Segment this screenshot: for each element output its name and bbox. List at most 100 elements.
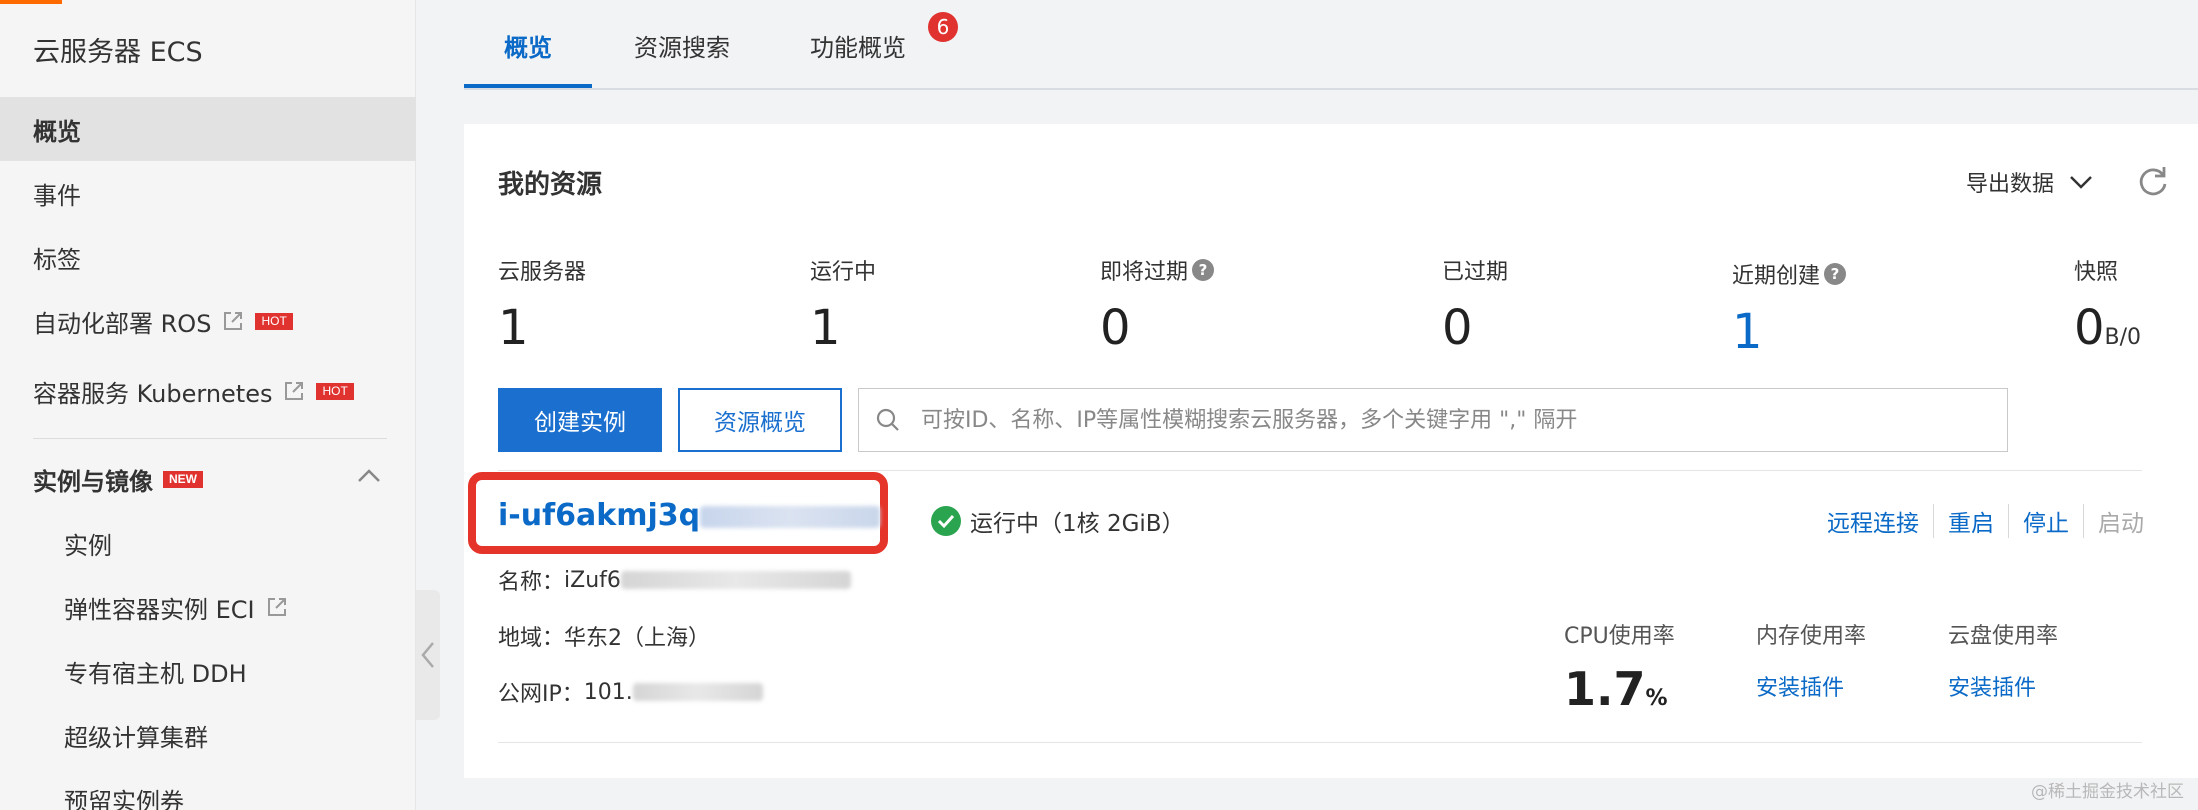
sidebar-item-label: 概览 bbox=[33, 117, 81, 146]
create-instance-button[interactable]: 创建实例 bbox=[498, 388, 662, 452]
metric-label: 云盘使用率 bbox=[1948, 624, 2059, 649]
stat-running[interactable]: 运行中 1 bbox=[810, 254, 876, 356]
search-icon bbox=[876, 408, 899, 431]
sidebar-item-reserved-instances[interactable]: 预留实例券 bbox=[0, 767, 416, 810]
tab-bar: 概览 资源搜索 功能概览 6 bbox=[464, 0, 2198, 90]
redacted-text bbox=[700, 505, 881, 528]
stat-value-link[interactable]: 1 bbox=[1732, 304, 1846, 360]
memory-usage: 内存使用率 安装插件 bbox=[1756, 618, 1866, 702]
hot-badge: HOT bbox=[255, 312, 293, 330]
instance-actions: 远程连接 重启 停止 启动 bbox=[1813, 504, 2144, 538]
card-title: 我的资源 bbox=[498, 170, 603, 200]
watermark: @稀土掘金技术社区 bbox=[2031, 782, 2184, 802]
metric-value-row: 1.7% bbox=[1564, 662, 1675, 716]
resource-overview-button[interactable]: 资源概览 bbox=[678, 388, 842, 452]
start-button: 启动 bbox=[2098, 511, 2144, 537]
stat-label: 近期创建 bbox=[1732, 264, 1821, 289]
metric-unit: % bbox=[1645, 686, 1668, 711]
status-text: 运行中（1核 2GiB） bbox=[970, 511, 1185, 537]
external-link-icon bbox=[224, 312, 243, 330]
sidebar-item-super-computing[interactable]: 超级计算集群 bbox=[0, 703, 416, 767]
instance-search-box[interactable] bbox=[858, 388, 2008, 452]
info-label: 公网IP： bbox=[498, 682, 584, 707]
install-plugin-link[interactable]: 安装插件 bbox=[1756, 670, 1866, 702]
install-plugin-link[interactable]: 安装插件 bbox=[1948, 670, 2058, 702]
hot-badge: HOT bbox=[316, 382, 354, 400]
chevron-up-icon[interactable] bbox=[355, 462, 383, 490]
info-value: 华东2（上海） bbox=[564, 626, 711, 651]
metric-label: 内存使用率 bbox=[1756, 624, 1867, 649]
sidebar-item-overview[interactable]: 概览 bbox=[0, 97, 416, 161]
sidebar-item-label: 预留实例券 bbox=[64, 787, 184, 810]
tab-resource-search[interactable]: 资源搜索 bbox=[634, 0, 730, 90]
tab-feature-overview[interactable]: 功能概览 bbox=[810, 0, 906, 90]
sidebar-item-instances[interactable]: 实例 bbox=[0, 511, 416, 575]
brand-accent-bar bbox=[0, 0, 62, 4]
sidebar-item-eci[interactable]: 弹性容器实例 ECI bbox=[0, 575, 416, 639]
info-label: 名称： bbox=[498, 570, 565, 595]
info-value: 101. bbox=[583, 679, 633, 705]
sidebar: 云服务器 ECS 概览 事件 标签 自动化部署 ROS HOT 容器服务 Kub… bbox=[0, 0, 416, 810]
stat-expired[interactable]: 已过期 0 bbox=[1442, 254, 1508, 356]
stat-label: 已过期 bbox=[1442, 260, 1509, 285]
active-tab-indicator bbox=[464, 84, 592, 88]
stat-value: 0 bbox=[1442, 300, 1473, 356]
new-badge: NEW bbox=[163, 470, 203, 488]
help-icon[interactable]: ? bbox=[1192, 259, 1215, 281]
refresh-icon[interactable] bbox=[2136, 164, 2170, 198]
sidebar-item-label: 容器服务 Kubernetes bbox=[33, 379, 273, 408]
stat-cloud-servers[interactable]: 云服务器 1 bbox=[498, 254, 586, 356]
chevron-down-icon bbox=[2070, 176, 2092, 189]
sidebar-item-label: 弹性容器实例 ECI bbox=[64, 595, 255, 624]
sidebar-collapse-handle[interactable] bbox=[416, 590, 440, 720]
main-content: 概览 资源搜索 功能概览 6 我的资源 导出数据 云服务器 1 运行中 1 即将… bbox=[440, 0, 2198, 810]
sidebar-item-label: 自动化部署 ROS bbox=[33, 309, 212, 338]
remote-connect-button[interactable]: 远程连接 bbox=[1813, 504, 1934, 538]
sidebar-item-label: 超级计算集群 bbox=[64, 723, 208, 752]
stat-recently-created[interactable]: 近期创建 ? 1 bbox=[1732, 258, 1847, 360]
sidebar-item-kubernetes[interactable]: 容器服务 Kubernetes HOT bbox=[0, 359, 416, 423]
instance-status: 运行中（1核 2GiB） bbox=[930, 504, 1185, 538]
sidebar-item-label: 实例 bbox=[64, 531, 112, 560]
export-label: 导出数据 bbox=[1966, 172, 2055, 197]
stat-unit: B/0 bbox=[2104, 325, 2142, 350]
cpu-usage: CPU使用率 1.7% bbox=[1564, 618, 1675, 716]
stat-snapshots[interactable]: 快照 0B/0 bbox=[2074, 254, 2141, 366]
stat-value: 1 bbox=[498, 300, 529, 356]
sidebar-item-ros[interactable]: 自动化部署 ROS HOT bbox=[0, 289, 416, 353]
divider bbox=[498, 470, 2142, 471]
instance-id-text: i-uf6akmj3q bbox=[498, 498, 701, 533]
tab-overview[interactable]: 概览 bbox=[504, 0, 552, 90]
stat-value: 0 bbox=[2074, 300, 2105, 356]
sidebar-item-ddh[interactable]: 专有宿主机 DDH bbox=[0, 639, 416, 703]
search-input[interactable] bbox=[921, 407, 1981, 433]
sidebar-item-label: 专有宿主机 DDH bbox=[64, 659, 247, 688]
stat-expiring-soon[interactable]: 即将过期 ? 0 bbox=[1100, 254, 1215, 356]
redacted-text bbox=[632, 683, 763, 701]
info-label: 地域： bbox=[498, 626, 565, 651]
instance-region-row: 地域： 华东2（上海） bbox=[498, 620, 710, 652]
sidebar-item-tags[interactable]: 标签 bbox=[0, 225, 416, 289]
restart-button[interactable]: 重启 bbox=[1934, 504, 2009, 538]
stat-value: 0 bbox=[1100, 300, 1131, 356]
external-link-icon bbox=[285, 382, 304, 400]
sidebar-title: 云服务器 ECS bbox=[33, 37, 203, 68]
stat-label-row: 即将过期 ? bbox=[1100, 254, 1215, 286]
stat-value: 1 bbox=[810, 300, 841, 356]
metric-value: 1.7 bbox=[1564, 662, 1646, 716]
instance-name-row: 名称： iZuf6 bbox=[498, 564, 851, 596]
stat-label: 快照 bbox=[2074, 260, 2119, 285]
sidebar-section-instances-images[interactable]: 实例与镜像 NEW bbox=[0, 447, 416, 511]
info-value: iZuf6 bbox=[564, 567, 621, 593]
export-data-dropdown[interactable]: 导出数据 bbox=[1966, 166, 2094, 198]
notification-badge: 6 bbox=[928, 12, 958, 42]
stat-label: 云服务器 bbox=[498, 260, 587, 285]
stop-button[interactable]: 停止 bbox=[2009, 504, 2084, 538]
stat-label: 运行中 bbox=[810, 260, 877, 285]
stat-value-row: 0B/0 bbox=[2074, 300, 2141, 366]
sidebar-section-label: 实例与镜像 bbox=[33, 467, 153, 496]
instance-id-link[interactable]: i-uf6akmj3q bbox=[498, 498, 881, 533]
stat-label: 即将过期 bbox=[1100, 260, 1189, 285]
help-icon[interactable]: ? bbox=[1824, 263, 1847, 285]
sidebar-item-events[interactable]: 事件 bbox=[0, 161, 416, 225]
